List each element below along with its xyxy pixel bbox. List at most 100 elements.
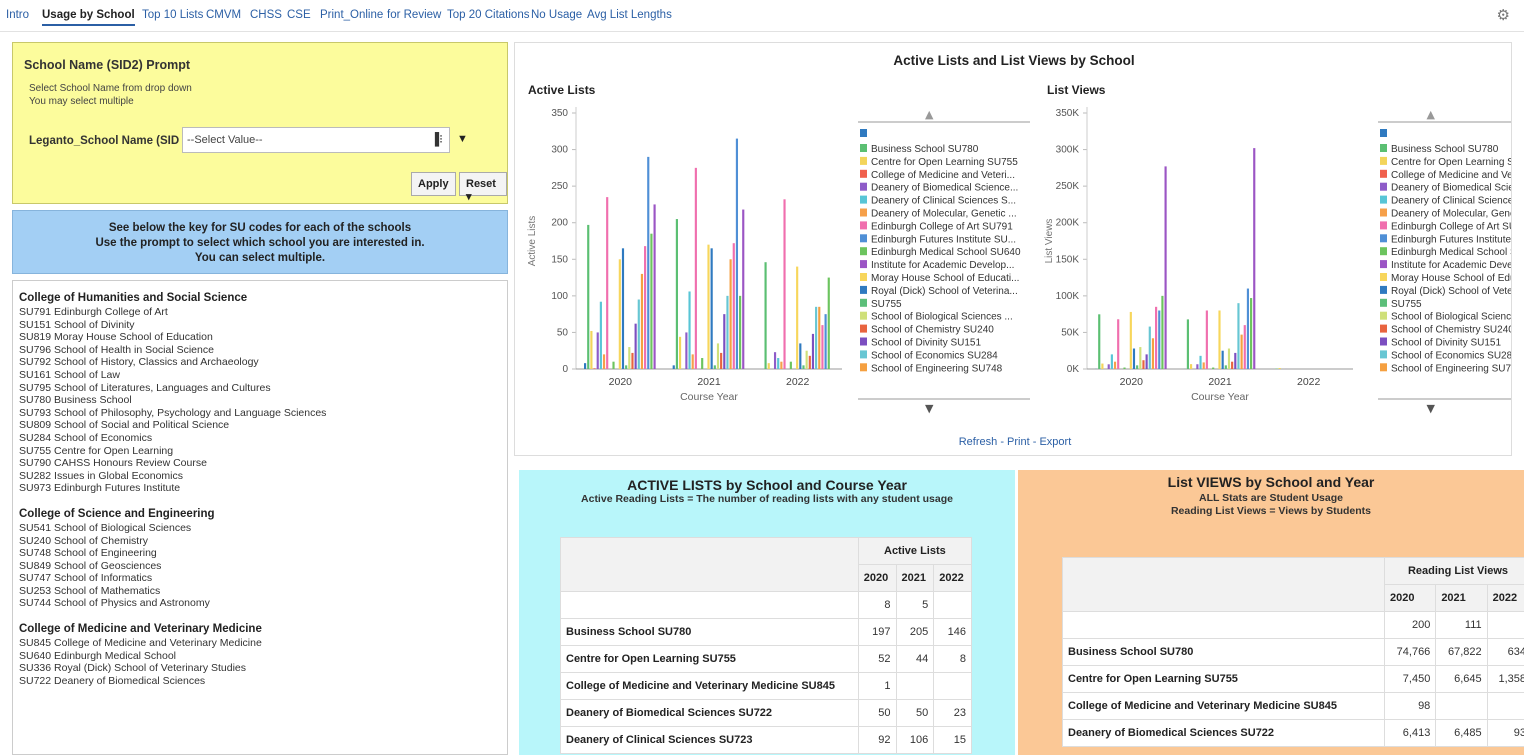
value-cell: 197 [857, 618, 897, 646]
select-value: --Select Value-- [187, 134, 263, 146]
y-tick-label: 350K [1056, 108, 1080, 119]
legend-item: School of Divinity SU151 [1391, 338, 1501, 349]
row-header-cell [560, 537, 859, 592]
gear-icon[interactable]: ⚙ [1497, 6, 1510, 24]
tab-top-10-lists[interactable]: Top 10 Lists [142, 9, 203, 21]
legend-item: College of Medicine and Veteri... [871, 170, 1015, 181]
legend-item: Royal (Dick) School of Veterina [1391, 286, 1512, 297]
school-code-item: SU541 School of Biological Sciences [19, 521, 192, 534]
legend-item: School of Engineering SU748 [1391, 363, 1512, 374]
legend-swatch [860, 129, 867, 137]
legend-swatch [860, 285, 867, 294]
tab-print-online[interactable]: Print_Online [320, 9, 383, 21]
bar-royal-dick-school-of-veterina [799, 343, 802, 369]
school-label: College of Medicine and Veterinary Medic… [560, 672, 859, 700]
multiselect-icon[interactable]: ▐⁝ [431, 132, 443, 146]
bar-deanery-of-molecular-genetic [691, 354, 694, 369]
bar-deanery-of-clinical-sciences-s [688, 291, 691, 369]
value-cell: 1 [857, 672, 897, 700]
reset-button[interactable]: Reset ▾ [459, 172, 507, 203]
bar-school-of-biological-sciences [716, 343, 720, 369]
tab-no-usage[interactable]: No Usage [531, 9, 582, 21]
refresh-link[interactable]: Refresh [959, 436, 998, 448]
tab-chss[interactable]: CHSS [250, 9, 282, 21]
bar-school-of-chemistry-su240 [808, 355, 811, 369]
legend-item: Deanery of Clinical Sciences S... [871, 196, 1016, 207]
bar-school-of-engineering-su748 [729, 259, 732, 369]
bar-school-of-divinity-su151 [1234, 352, 1237, 369]
tab-top-20-citations[interactable]: Top 20 Citations [447, 9, 529, 21]
school-code-item: SU253 School of Mathematics [19, 584, 161, 597]
legend-swatch [1380, 221, 1387, 230]
legend-item: School of Chemistry SU240 [871, 325, 994, 336]
legend-item: School of Engineering SU748 [871, 363, 1003, 374]
bar-centre-for-open-learning-su755 [1101, 363, 1104, 369]
print-link[interactable]: Print [1007, 436, 1030, 448]
bar-school-of-biological-sciences [1139, 347, 1142, 369]
prompt-instruction-1: Select School Name from drop down [29, 83, 192, 94]
bar-school-of-engineering-su748 [1151, 338, 1155, 369]
table-row: Centre for Open Learning SU755 7,450 6,645… [1062, 665, 1524, 693]
year-header: 2020 [1383, 584, 1437, 612]
legend-item: School of Chemistry SU240 [1391, 325, 1512, 336]
list-views-title: List VIEWS by School and Year [1167, 474, 1375, 490]
chevron-down-icon[interactable]: ▼ [457, 133, 468, 145]
value-cell [933, 672, 972, 700]
legend-item: Moray House School of Educa [1391, 273, 1512, 284]
bar-edinburgh-college-of-art-su791 [1205, 310, 1208, 369]
year-header: 2021 [1435, 584, 1488, 612]
bar-edinburgh-medical-school-su640 [612, 361, 615, 369]
x-tick-label: 2021 [1208, 376, 1232, 388]
legend-swatch [1380, 129, 1387, 137]
school-prompt-panel: School Name (SID2) Prompt Select School … [12, 42, 508, 204]
school-code-item: SU748 School of Engineering [19, 547, 157, 560]
apply-button[interactable]: Apply [411, 172, 456, 196]
tab-cmvm[interactable]: CMVM [206, 9, 241, 21]
school-label [1062, 611, 1385, 639]
bar-deanery-of-clinical-sciences-s [599, 301, 602, 369]
legend-scroll-down-icon: ▼ [1427, 402, 1436, 415]
school-label: Centre for Open Learning SU755 [560, 645, 859, 673]
school-label: College of Medicine and Veterinary Medic… [1062, 692, 1385, 720]
bar-deanery-of-clinical-sciences-s [1110, 354, 1113, 369]
bar-su755 [625, 365, 628, 369]
legend-item: Business School SU780 [871, 144, 979, 155]
school-code-item: SU282 Issues in Global Economics [19, 469, 183, 482]
school-label: Centre for Open Learning SU755 [1062, 665, 1385, 693]
list-views-table: Reading List Views 2020 2021 2022 200 111 Busi… [1062, 557, 1524, 747]
bar-moray-house-school-of-educati [796, 266, 799, 369]
bar-school-of-economics-su284 [1237, 303, 1240, 369]
bar-edinburgh-college-of-art-su791 [783, 199, 786, 369]
bar-series-22 [653, 204, 656, 369]
tab-for-review[interactable]: for Review [387, 9, 441, 21]
school-code-item: SU790 CAHSS Honours Review Course [19, 457, 207, 470]
bar-deanery-of-biomedical-science [1107, 364, 1110, 369]
bar-school-of-engineering-su748 [640, 273, 644, 369]
tab-cse[interactable]: CSE [287, 9, 311, 21]
table-row: Business School SU780 74,766 67,822 634 [1062, 638, 1524, 666]
legend-swatch [1380, 337, 1387, 346]
bar-business-school-su780 [764, 262, 767, 369]
chart-title: Active Lists [528, 83, 596, 97]
tab-intro[interactable]: Intro [6, 9, 29, 21]
y-tick-label: 50K [1061, 327, 1079, 338]
school-code-item: SU792 School of History, Classics and Ar… [19, 356, 259, 369]
year-header: 2021 [895, 564, 935, 592]
legend-item: Edinburgh Medical School SU640 [871, 247, 1021, 258]
y-tick-label: 50 [557, 327, 569, 338]
y-tick-label: 100K [1056, 291, 1080, 302]
bar-series-20 [824, 314, 827, 369]
legend-item: Deanery of Biomedical Science... [871, 183, 1018, 194]
tab-avg-list-lengths[interactable]: Avg List Lengths [587, 9, 672, 21]
legend-swatch [860, 234, 867, 243]
export-link[interactable]: Export [1039, 436, 1071, 448]
tab-usage-by-school[interactable]: Usage by School [42, 9, 135, 26]
school-code-item: SU722 Deanery of Biomedical Sciences [19, 674, 206, 687]
school-name-select[interactable]: --Select Value-- ▐⁝ [182, 127, 450, 153]
legend-swatch [860, 156, 867, 165]
active-lists-table: Active Lists 2020 2021 2022 8 5 Business Schoo… [560, 537, 973, 754]
x-tick-label: 2020 [609, 376, 633, 388]
legend-item: SU755 [871, 299, 902, 310]
y-tick-label: 100 [551, 291, 568, 302]
bar-school-of-chemistry-su240 [1231, 361, 1234, 369]
